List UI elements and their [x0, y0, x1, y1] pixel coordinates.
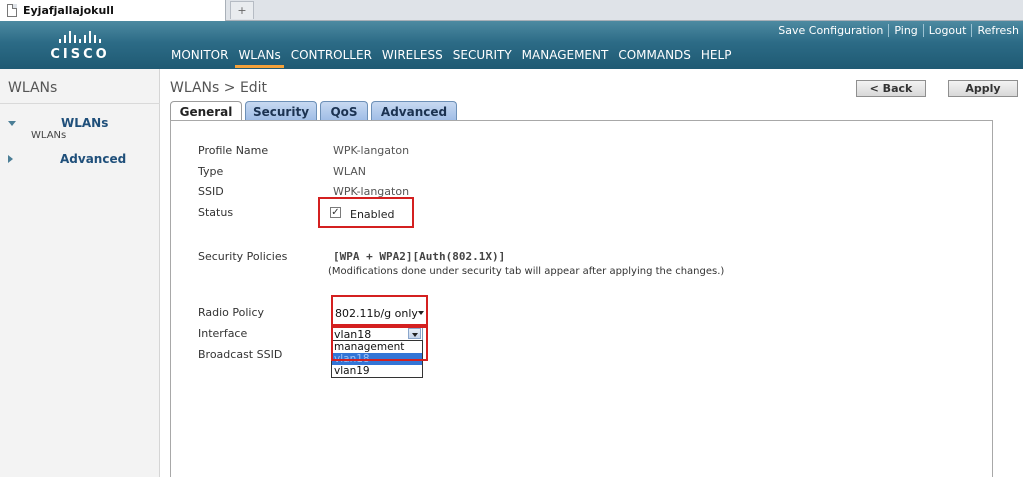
general-panel — [170, 120, 993, 477]
highlight-box-radio-policy — [331, 295, 428, 326]
tab-advanced[interactable]: Advanced — [371, 101, 457, 121]
cisco-logo-text: CISCO — [50, 47, 110, 62]
logout-link[interactable]: Logout — [924, 24, 973, 37]
expanded-triangle-icon[interactable] — [8, 120, 16, 126]
apply-button[interactable]: Apply — [948, 80, 1018, 97]
cisco-logo: CISCO — [48, 29, 112, 63]
nav-wireless[interactable]: WIRELESS — [377, 48, 448, 67]
page-icon — [7, 4, 17, 17]
security-note: (Modifications done under security tab w… — [328, 266, 725, 277]
security-policies-label: Security Policies — [198, 250, 288, 263]
highlight-box-status — [318, 197, 414, 228]
sidebar-item-label: WLANs — [61, 116, 109, 130]
refresh-link[interactable]: Refresh — [972, 24, 1019, 37]
browser-tab[interactable]: Eyjafjallajokull — [0, 0, 226, 21]
interface-option-vlan19[interactable]: vlan19 — [332, 365, 422, 377]
browser-tab-title: Eyjafjallajokull — [23, 4, 114, 17]
back-button[interactable]: < Back — [856, 80, 926, 97]
main-nav: MONITOR WLANs CONTROLLER WIRELESS SECURI… — [166, 48, 737, 68]
sidebar-divider — [0, 103, 160, 104]
browser-tab-strip: Eyjafjallajokull + — [0, 0, 1023, 21]
profile-name-value: WPK-langaton — [333, 144, 410, 157]
nav-help[interactable]: HELP — [696, 48, 737, 67]
tab-security[interactable]: Security — [245, 101, 317, 121]
nav-monitor[interactable]: MONITOR — [166, 48, 233, 67]
sidebar-item-wlans[interactable]: WLANs — [8, 116, 108, 130]
type-value: WLAN — [333, 165, 367, 178]
nav-security[interactable]: SECURITY — [448, 48, 517, 67]
save-configuration-link[interactable]: Save Configuration — [773, 24, 890, 37]
page-title: WLANs > Edit — [170, 80, 268, 96]
nav-wlans[interactable]: WLANs — [233, 48, 285, 68]
nav-management[interactable]: MANAGEMENT — [517, 48, 614, 67]
sidebar-item-advanced[interactable]: Advanced — [8, 152, 126, 166]
type-label: Type — [198, 165, 224, 178]
radio-policy-label: Radio Policy — [198, 306, 265, 319]
nav-controller[interactable]: CONTROLLER — [286, 48, 377, 67]
nav-commands[interactable]: COMMANDS — [613, 48, 696, 67]
broadcast-ssid-label: Broadcast SSID — [198, 348, 283, 361]
sidebar-title: WLANs — [8, 80, 58, 96]
sidebar-subitem-wlans[interactable]: WLANs — [31, 130, 66, 141]
status-label: Status — [198, 206, 234, 219]
top-links: Save Configuration Ping Logout Refresh — [773, 24, 1019, 37]
ping-link[interactable]: Ping — [889, 24, 924, 37]
profile-name-label: Profile Name — [198, 144, 269, 157]
sidebar-item-label: Advanced — [60, 152, 127, 166]
highlight-box-interface — [331, 326, 428, 361]
tab-general[interactable]: General — [170, 101, 242, 122]
ssid-label: SSID — [198, 185, 224, 198]
new-tab-button[interactable]: + — [230, 1, 254, 19]
tab-qos[interactable]: QoS — [320, 101, 368, 121]
collapsed-triangle-icon[interactable] — [8, 155, 13, 163]
interface-label: Interface — [198, 327, 248, 340]
security-policies-value: [WPA + WPA2][Auth(802.1X)] — [333, 250, 506, 263]
tab-bar: General Security QoS Advanced — [170, 101, 460, 122]
cisco-logo-bars-icon — [48, 29, 112, 43]
sidebar: WLANs WLANs WLANs Advanced — [0, 69, 160, 477]
app-header: CISCO Save Configuration Ping Logout Ref… — [0, 21, 1023, 69]
